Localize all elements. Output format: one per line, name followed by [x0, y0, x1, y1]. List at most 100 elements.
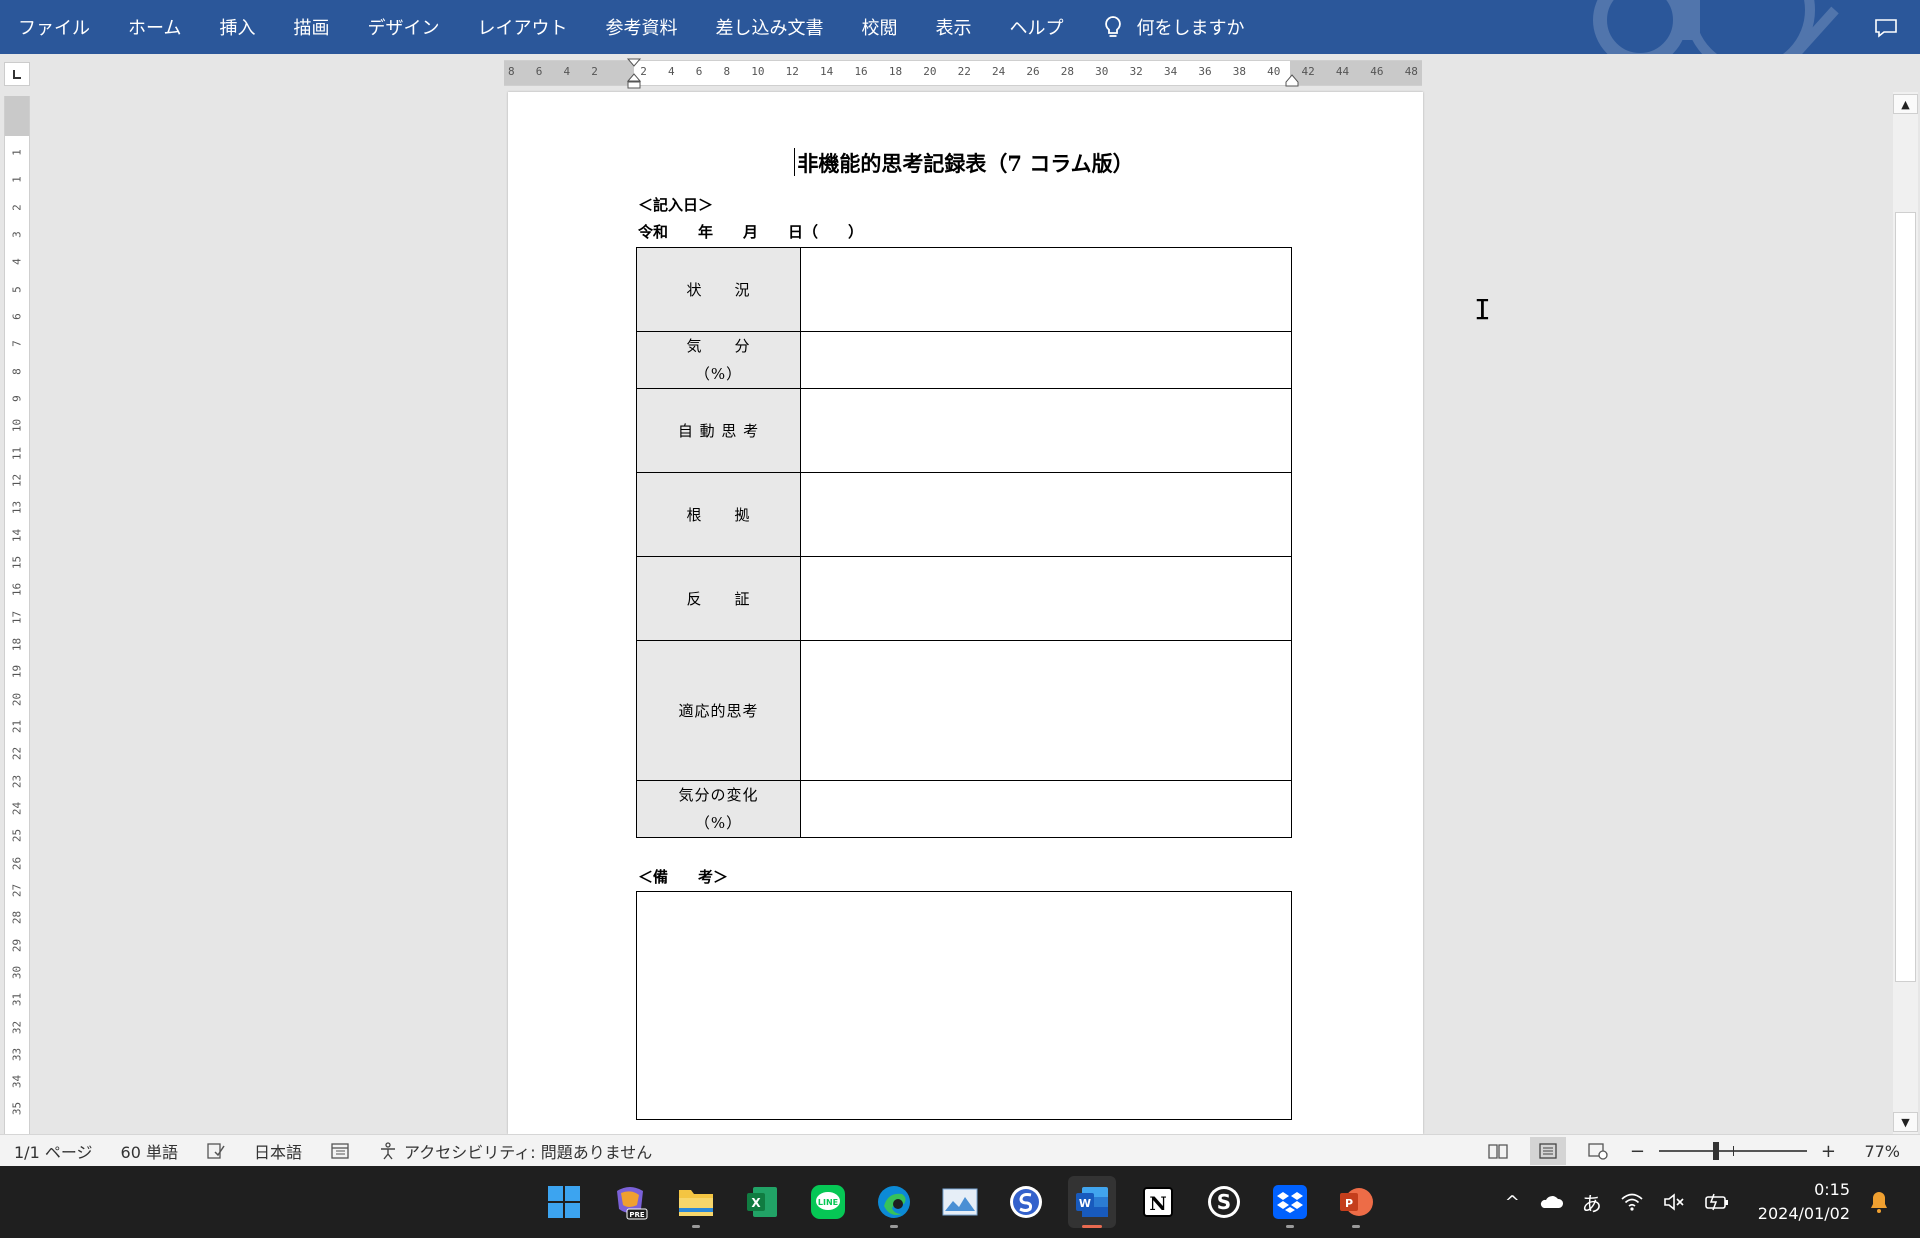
accessibility-status[interactable]: アクセシビリティ: 問題ありません — [364, 1139, 666, 1163]
notion-icon[interactable]: N — [1134, 1176, 1182, 1228]
vertical-ruler[interactable]: 1 1 2 3 4 5 6 7 8 9 10 11 12 13 14 15 16 17 18 19 20 21 22 23 24… — [4, 96, 30, 1134]
excel-icon[interactable]: X — [738, 1176, 786, 1228]
running-indicator — [1286, 1225, 1294, 1228]
row-label-mood-change[interactable]: 気分の変化 （%） — [636, 780, 801, 838]
photos-icon[interactable] — [936, 1176, 984, 1228]
tab-references[interactable]: 参考資料 — [586, 14, 696, 40]
clock-time: 0:15 — [1814, 1180, 1850, 1199]
chevron-up-icon[interactable]: ^ — [1505, 1192, 1520, 1213]
zoom-slider[interactable] — [1658, 1142, 1807, 1160]
row-label-mood[interactable]: 気 分 （%） — [636, 331, 801, 389]
scroll-down-icon[interactable]: ▼ — [1893, 1112, 1918, 1132]
document-title[interactable]: 非機能的思考記録表（7 コラム版） — [508, 148, 1423, 178]
ime-indicator[interactable]: あ — [1582, 1188, 1602, 1217]
vertical-ruler-tick-label: 30 — [10, 965, 24, 979]
dropbox-logo-icon — [1273, 1185, 1307, 1219]
accessibility-label: アクセシビリティ: 問題ありません — [404, 1142, 653, 1162]
tab-mailings[interactable]: 差し込み文書 — [696, 14, 842, 40]
clock[interactable]: 0:15 2024/01/02 — [1758, 1178, 1850, 1226]
date-line[interactable]: 令和 年 月 日（ ） — [638, 221, 863, 242]
row-value-counter-evidence[interactable] — [800, 556, 1292, 641]
tab-view[interactable]: 表示 — [916, 14, 990, 40]
ruler-tick-label: 4 — [563, 65, 571, 78]
row-value-automatic-thought[interactable] — [800, 388, 1292, 473]
copilot-pre-icon[interactable]: PRE — [606, 1176, 654, 1228]
zoom-slider-thumb[interactable] — [1712, 1142, 1719, 1160]
word-icon[interactable]: W — [1068, 1176, 1116, 1228]
vertical-ruler-tick-label: 35 — [10, 1102, 24, 1116]
simplenote-icon[interactable] — [1002, 1176, 1050, 1228]
date-heading[interactable]: ＜記入日＞ — [638, 194, 713, 215]
notes-box[interactable] — [636, 891, 1292, 1120]
vertical-ruler-tick-label: 32 — [10, 1020, 24, 1034]
vertical-ruler-tick-label: 1 — [10, 149, 24, 156]
thought-record-table[interactable]: 状 況 気 分 （%） 自 動 思 考 根 拠 反 証 適応的思考 気分の変化 … — [636, 247, 1292, 838]
vertical-scrollbar[interactable]: ▲ ▼ — [1893, 92, 1918, 1134]
zoom-in-icon[interactable]: + — [1821, 1141, 1836, 1162]
vertical-ruler-tick-label: 13 — [10, 501, 24, 515]
language-status[interactable]: 日本語 — [240, 1139, 316, 1163]
document-page[interactable]: 非機能的思考記録表（7 コラム版） ＜記入日＞ 令和 年 月 日（ ） 状 況 … — [508, 92, 1423, 1134]
proofing-status[interactable] — [192, 1142, 240, 1160]
powerpoint-icon[interactable]: P — [1332, 1176, 1380, 1228]
battery-charging-icon[interactable] — [1704, 1192, 1730, 1212]
tab-help[interactable]: ヘルプ — [990, 14, 1082, 40]
vertical-ruler-tick-label: 11 — [10, 446, 24, 460]
file-explorer-icon[interactable] — [672, 1176, 720, 1228]
right-indent-marker-icon[interactable] — [1285, 73, 1299, 87]
row-label-counter-evidence[interactable]: 反 証 — [636, 556, 801, 641]
ribbon-bar: ファイル ホーム 挿入 描画 デザイン レイアウト 参考資料 差し込み文書 校閲… — [0, 0, 1920, 54]
row-label-adaptive-thought[interactable]: 適応的思考 — [636, 640, 801, 781]
windows-start-icon[interactable] — [540, 1176, 588, 1228]
vertical-ruler-numbers: 1 1 2 3 4 5 6 7 8 9 10 11 12 13 14 15 16 17 18 19 20 21 22 23 24… — [10, 146, 24, 1116]
comments-icon[interactable] — [1874, 18, 1898, 38]
tab-review[interactable]: 校閲 — [842, 14, 916, 40]
scroll-thumb[interactable] — [1895, 212, 1916, 982]
onedrive-cloud-icon[interactable] — [1538, 1194, 1564, 1210]
tab-insert[interactable]: 挿入 — [200, 14, 274, 40]
s-app-icon[interactable]: S — [1200, 1176, 1248, 1228]
zoom-out-icon[interactable]: − — [1630, 1141, 1645, 1162]
scroll-up-icon[interactable]: ▲ — [1893, 94, 1918, 114]
edge-icon[interactable] — [870, 1176, 918, 1228]
row-value-adaptive-thought[interactable] — [800, 640, 1292, 781]
row-value-mood-change[interactable] — [800, 780, 1292, 838]
tell-me-search[interactable]: 何をしますか — [1104, 14, 1244, 40]
row-label-evidence[interactable]: 根 拠 — [636, 472, 801, 557]
wifi-icon[interactable] — [1620, 1192, 1644, 1212]
row-value-mood[interactable] — [800, 331, 1292, 389]
notes-heading[interactable]: ＜備 考＞ — [638, 866, 728, 887]
tab-design[interactable]: デザイン — [348, 14, 458, 40]
line-icon[interactable]: LINE — [804, 1176, 852, 1228]
page-count[interactable]: 1/1 ページ — [0, 1139, 107, 1163]
tab-draw[interactable]: 描画 — [274, 14, 348, 40]
indent-marker-icon[interactable] — [625, 58, 643, 90]
vertical-ruler-tick-label: 20 — [10, 692, 24, 706]
table-row: 自 動 思 考 — [636, 388, 1292, 473]
vertical-ruler-tick-label: 28 — [10, 911, 24, 925]
read-mode-icon — [1488, 1144, 1508, 1159]
status-right: − + 77% — [1480, 1135, 1900, 1167]
web-layout-button[interactable] — [1580, 1137, 1616, 1165]
dropbox-icon[interactable] — [1266, 1176, 1314, 1228]
web-layout-icon — [1588, 1143, 1608, 1160]
tab-layout[interactable]: レイアウト — [458, 14, 586, 40]
display-settings[interactable] — [316, 1142, 364, 1160]
horizontal-ruler[interactable]: 8 6 4 2 2 4 6 8 10 12 14 16 18 20 22 24 26 28 30 32 34 36 38 40… — [504, 58, 1422, 89]
print-layout-button[interactable] — [1529, 1137, 1566, 1165]
vertical-ruler-tick-label: 23 — [10, 774, 24, 788]
notification-bell-icon[interactable] — [1868, 1190, 1890, 1214]
tab-selector[interactable] — [4, 62, 30, 86]
row-label-situation[interactable]: 状 況 — [636, 247, 801, 332]
speaker-muted-icon[interactable] — [1662, 1192, 1686, 1212]
word-count[interactable]: 60 単語 — [107, 1139, 192, 1163]
ruler-tick-label: 32 — [1129, 65, 1143, 78]
row-value-evidence[interactable] — [800, 472, 1292, 557]
tab-home[interactable]: ホーム — [109, 14, 200, 40]
row-label-automatic-thought[interactable]: 自 動 思 考 — [636, 388, 801, 473]
read-mode-button[interactable] — [1480, 1137, 1516, 1165]
zoom-level[interactable]: 77% — [1850, 1142, 1900, 1161]
tab-file[interactable]: ファイル — [0, 14, 109, 40]
lightbulb-icon — [1105, 16, 1122, 37]
row-value-situation[interactable] — [800, 247, 1292, 332]
